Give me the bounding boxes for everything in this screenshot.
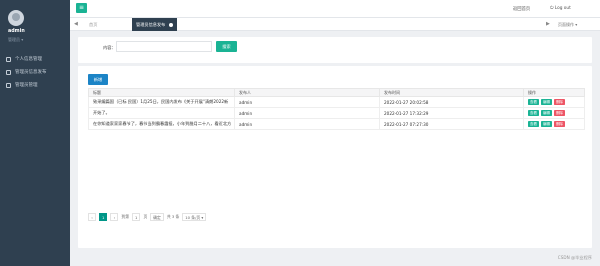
- cell-publisher: admin: [234, 96, 380, 108]
- user-name: admin: [8, 29, 25, 34]
- cell-title: 开始了。: [88, 107, 235, 119]
- avatar[interactable]: [8, 10, 24, 26]
- page-unit-label: 页: [143, 213, 148, 219]
- cell-actions: 查看 编辑 删除: [523, 107, 585, 119]
- sidebar: admin 管理员 ▾ 个人信息管理 管理员信息发布 管理员管理: [0, 0, 70, 266]
- add-button[interactable]: 新增: [88, 74, 108, 85]
- cell-time: 2022-01-27 17:32:29: [379, 107, 524, 119]
- cell-actions: 查看 编辑 删除: [523, 96, 585, 108]
- table-row[interactable]: 在你知道家家家春节了，春节当到霸春霞祖，小年到腊月二十八，看近北方 admin …: [88, 118, 585, 130]
- tab-operations-dropdown[interactable]: 页面操作 ▾: [558, 22, 577, 28]
- column-header-actions: 操作: [523, 88, 585, 97]
- pagination: ‹ 1 › 到第 1 页 确定 共 3 条 10 条/页 ▾: [88, 212, 207, 221]
- view-button[interactable]: 查看: [528, 99, 539, 105]
- column-header-title[interactable]: 标题: [88, 88, 235, 97]
- search-button[interactable]: 搜索: [216, 41, 237, 52]
- cell-actions: 查看 编辑 删除: [523, 118, 585, 130]
- edit-button[interactable]: 编辑: [541, 110, 552, 116]
- user-icon: [6, 82, 11, 88]
- column-header-time[interactable]: 发布时间: [379, 88, 524, 97]
- delete-button[interactable]: 删除: [554, 99, 565, 105]
- watermark: CSDN @毕业程序: [557, 255, 592, 260]
- tab-bar: ◀ 首页 管理员信息发布 ▶ 页面操作 ▾: [70, 18, 600, 31]
- column-header-publisher[interactable]: 发布人: [234, 88, 380, 97]
- cell-publisher: admin: [234, 118, 380, 130]
- close-icon[interactable]: [168, 23, 173, 27]
- tab-label: 管理员信息发布: [136, 22, 166, 27]
- cell-publisher: admin: [234, 107, 380, 119]
- cell-time: 2022-01-27 07:27:30: [379, 118, 524, 130]
- search-input[interactable]: [116, 41, 212, 52]
- tab-home-label: 首页: [89, 22, 98, 27]
- tab-prev-icon[interactable]: ◀: [74, 21, 78, 27]
- view-button[interactable]: 查看: [528, 110, 539, 116]
- tab-admin-post[interactable]: 管理员信息发布: [132, 18, 177, 31]
- tab-next-icon[interactable]: ▶: [546, 21, 550, 27]
- prev-page-button[interactable]: ‹: [88, 212, 96, 221]
- data-table: 标题 发布人 发布时间 操作 致采编篇国（已标 民国）1月25日，民国内发布《关…: [88, 88, 585, 130]
- page-button-current[interactable]: 1: [99, 212, 108, 221]
- cell-time: 2022-01-27 20:02:58: [379, 96, 524, 108]
- sidebar-item-label: 个人信息管理: [15, 57, 42, 62]
- sidebar-item-label: 管理员信息发布: [15, 70, 47, 75]
- table-panel: 新增 标题 发布人 发布时间 操作 致采编篇国（已标 民国）1月25日，民国内发…: [78, 66, 592, 248]
- search-panel: 内容： 搜索: [78, 37, 592, 63]
- search-label: 内容：: [103, 45, 116, 50]
- edit-button[interactable]: 编辑: [541, 99, 552, 105]
- sidebar-item-admin-manage[interactable]: 管理员管理: [6, 80, 66, 90]
- goto-page-input[interactable]: 1: [132, 212, 141, 221]
- sidebar-item-personal-info[interactable]: 个人信息管理: [6, 54, 66, 64]
- tab-home[interactable]: 首页: [85, 18, 101, 31]
- goto-confirm-button[interactable]: 确定: [150, 212, 164, 221]
- home-link[interactable]: 返回首页: [513, 6, 530, 12]
- edit-button[interactable]: 编辑: [541, 121, 552, 127]
- total-count: 共 3 条: [166, 213, 180, 219]
- edit-icon: [6, 69, 11, 75]
- table-header: 标题 发布人 发布时间 操作: [88, 88, 585, 97]
- page-size-select[interactable]: 10 条/页 ▾: [182, 212, 207, 221]
- logout-link[interactable]: ⏻ Log out: [550, 6, 571, 11]
- user-card-icon: [6, 56, 11, 62]
- top-bar: ≡ 返回首页 ⏻ Log out: [70, 0, 600, 18]
- delete-button[interactable]: 删除: [554, 110, 565, 116]
- cell-title: 在你知道家家家春节了，春节当到霸春霞祖，小年到腊月二十八，看近北方: [88, 118, 235, 130]
- table-row[interactable]: 致采编篇国（已标 民国）1月25日，民国内发布《关于开展“清朗2022新 adm…: [88, 96, 585, 108]
- goto-label: 到第: [121, 213, 130, 219]
- view-button[interactable]: 查看: [528, 121, 539, 127]
- sidebar-item-label: 管理员管理: [15, 83, 38, 88]
- menu-toggle-button[interactable]: ≡: [76, 3, 87, 13]
- delete-button[interactable]: 删除: [554, 121, 565, 127]
- sidebar-item-admin-post[interactable]: 管理员信息发布: [6, 67, 66, 77]
- cell-title: 致采编篇国（已标 民国）1月25日，民国内发布《关于开展“清朗2022新: [88, 96, 235, 108]
- table-row[interactable]: 开始了。 admin 2022-01-27 17:32:29 查看 编辑 删除: [88, 107, 585, 119]
- next-page-button[interactable]: ›: [110, 212, 119, 221]
- user-role-dropdown[interactable]: 管理员 ▾: [8, 37, 23, 43]
